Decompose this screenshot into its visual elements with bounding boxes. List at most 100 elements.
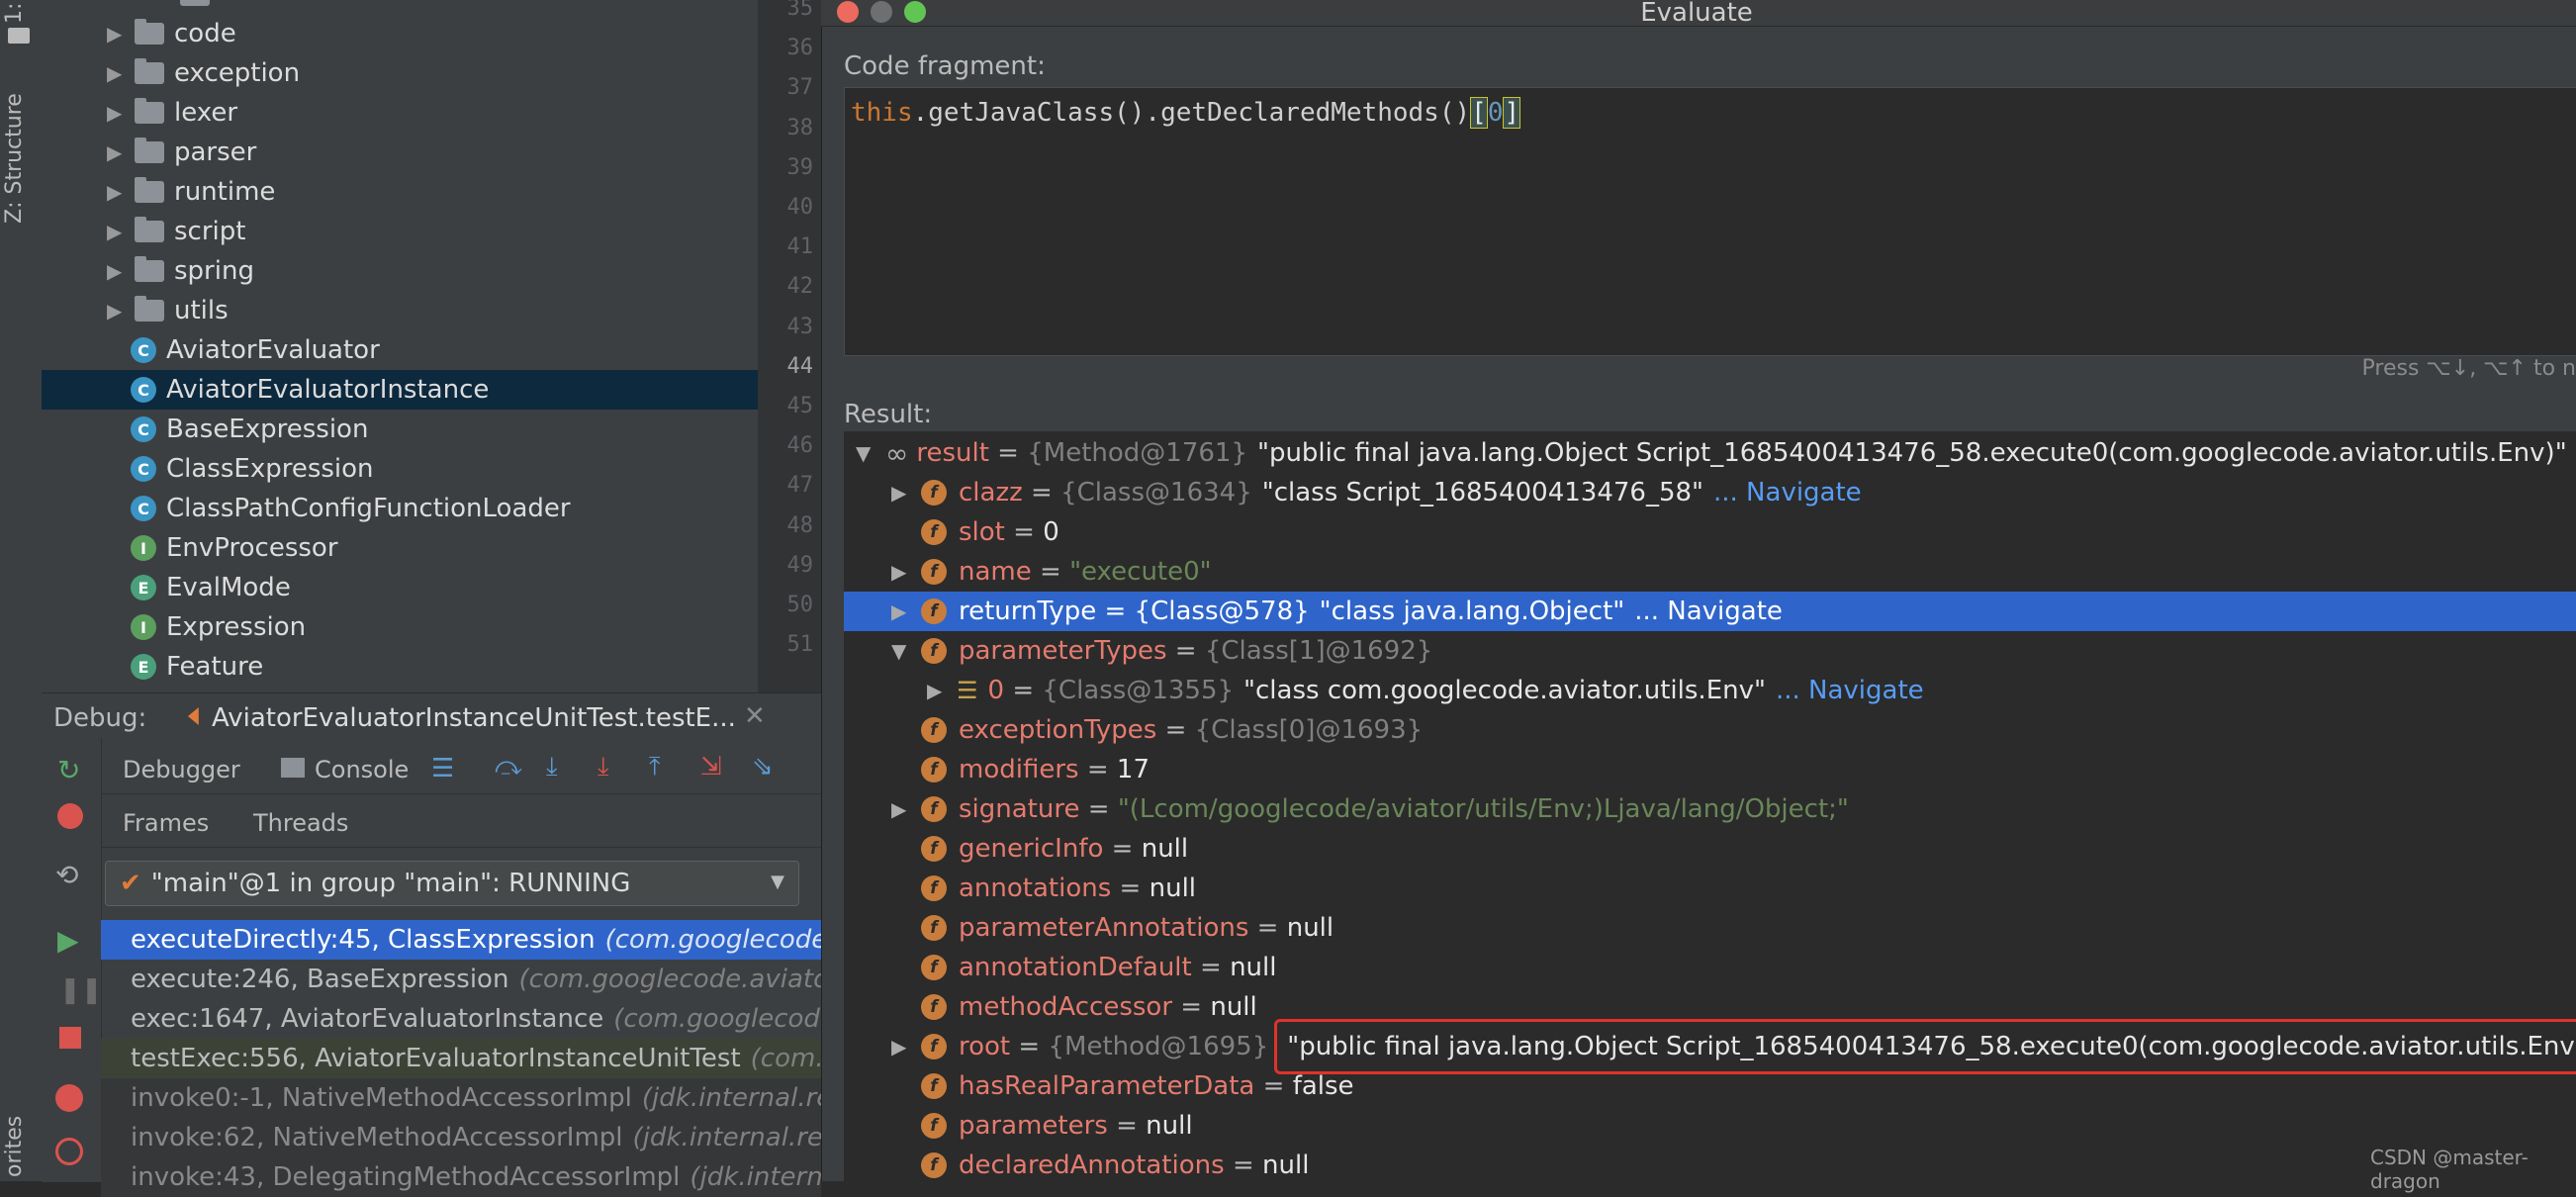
debug-session-tab[interactable]: AviatorEvaluatorInstanceUnitTest.testE..…: [212, 703, 736, 733]
result-row[interactable]: f parameters = null: [844, 1106, 1193, 1146]
result-row[interactable]: f hasRealParameterData = false: [844, 1066, 1354, 1106]
rerun-icon[interactable]: ↻: [57, 754, 80, 786]
close-icon[interactable]: ✕: [744, 701, 766, 731]
tree-class-item[interactable]: I EnvProcessor: [42, 528, 758, 568]
step-over-icon[interactable]: ⤼: [495, 752, 522, 783]
result-row[interactable]: f annotations = null: [844, 869, 1196, 908]
tree-class-item[interactable]: E EvalMode: [42, 568, 758, 607]
field-value: "execute0": [1069, 557, 1212, 587]
tree-folder-item[interactable]: ▶ code: [42, 14, 758, 53]
chevron-right-icon[interactable]: ▶: [107, 103, 122, 123]
chevron-right-icon[interactable]: ▶: [107, 301, 122, 321]
debug-icon[interactable]: [57, 803, 83, 829]
project-tool-tab[interactable]: 1: P: [2, 0, 27, 24]
stack-frame-row[interactable]: exec:1647, AviatorEvaluatorInstance (com.…: [101, 999, 821, 1039]
object-reference: {Method@1761}: [1027, 438, 1247, 468]
chevron-right-icon[interactable]: ▶: [107, 261, 122, 281]
result-row[interactable]: f exceptionTypes = {Class[0]@1693}: [844, 710, 1432, 750]
result-row[interactable]: ▼ f parameterTypes = {Class[1]@1692}: [844, 631, 1442, 671]
threads-tab[interactable]: Threads: [253, 809, 348, 837]
line-number: 45: [786, 394, 814, 418]
result-row[interactable]: ▶ ☰ 0 = {Class@1355} "class com.googlecode.…: [844, 671, 1924, 710]
stop-icon[interactable]: [59, 1027, 81, 1049]
stack-frame-row[interactable]: testExec:556, AviatorEvaluatorInstanceUn…: [101, 1039, 821, 1078]
expand-down-icon[interactable]: ▼: [856, 441, 871, 465]
tree-item-label: EvalMode: [166, 573, 291, 602]
result-row[interactable]: f slot = 0: [844, 512, 1059, 552]
tree-folder-item[interactable]: ▶ lexer: [42, 93, 758, 133]
field-value: null: [1210, 992, 1257, 1022]
pause-icon[interactable]: ❚❚: [59, 975, 103, 1005]
mute-breakpoints-icon[interactable]: [55, 1138, 83, 1165]
code-fragment-editor[interactable]: this.getJavaClass().getDeclaredMethods()…: [844, 87, 2576, 356]
frames-tab[interactable]: Frames: [123, 809, 209, 837]
result-row[interactable]: f parameterAnnotations = null: [844, 908, 1334, 948]
drop-frame-icon[interactable]: ⇲: [700, 752, 722, 782]
result-row[interactable]: f declaredAnnotations = null: [844, 1146, 1309, 1185]
result-row[interactable]: ▶ f signature = "(Lcom/googlecode/aviator/…: [844, 789, 1849, 829]
expand-right-icon[interactable]: ▶: [891, 1035, 906, 1059]
step-into-icon[interactable]: ⤓: [546, 752, 558, 783]
chevron-right-icon[interactable]: ▶: [107, 63, 122, 83]
navigate-link[interactable]: ... Navigate: [1713, 478, 1862, 507]
restore-layout-icon[interactable]: ⟲: [55, 859, 78, 891]
structure-tool-tab[interactable]: Z: Structure: [2, 93, 27, 224]
chevron-right-icon[interactable]: ▶: [107, 142, 122, 162]
force-step-into-icon[interactable]: ⤓: [598, 752, 609, 783]
result-row[interactable]: ▶ f clazz = {Class@1634} "class Script_1685…: [844, 473, 1862, 512]
result-row[interactable]: ▶ f returnType = {Class@578} "class java.la…: [844, 592, 2576, 631]
result-row[interactable]: f methodAccessor = null: [844, 987, 1257, 1027]
chevron-right-icon[interactable]: ▶: [107, 24, 122, 44]
tree-folder-item[interactable]: ▶ script: [42, 212, 758, 251]
tree-class-item[interactable]: C AviatorEvaluator: [42, 330, 758, 370]
expand-right-icon[interactable]: ▶: [891, 599, 906, 623]
tree-folder-item[interactable]: ▶ runtime: [42, 172, 758, 212]
tree-folder-item[interactable]: ▶ utils: [42, 291, 758, 330]
folder-row-partial[interactable]: [180, 0, 239, 6]
debugger-tab[interactable]: Debugger: [123, 756, 240, 783]
tree-class-item[interactable]: C ClassExpression: [42, 449, 758, 489]
run-to-cursor-icon[interactable]: ⇘: [752, 752, 774, 782]
expand-right-icon[interactable]: ▶: [927, 679, 942, 702]
expand-right-icon[interactable]: ▶: [891, 797, 906, 821]
thread-selector[interactable]: ✔ "main"@1 in group "main": RUNNING ▼: [105, 861, 799, 906]
tree-class-item[interactable]: E Feature: [42, 647, 758, 687]
chevron-right-icon[interactable]: ▶: [107, 222, 122, 241]
tree-folder-item[interactable]: ▶ parser: [42, 133, 758, 172]
stack-frame-row[interactable]: invoke:43, DelegatingMethodAccessorImpl (…: [101, 1157, 821, 1197]
console-tab[interactable]: Console: [315, 756, 409, 783]
tree-item-label: exception: [174, 58, 301, 88]
folder-icon: [135, 296, 164, 322]
step-out-icon[interactable]: ⤒: [649, 752, 661, 783]
stack-frame-row[interactable]: invoke:62, NativeMethodAccessorImpl (jdk.…: [101, 1118, 821, 1157]
expand-right-icon[interactable]: ▶: [891, 481, 906, 505]
expand-down-icon[interactable]: ▼: [891, 639, 906, 663]
result-row[interactable]: ▼ ∞ result = {Method@1761} "public final ja…: [844, 433, 2567, 473]
resume-icon[interactable]: ▶: [57, 924, 79, 957]
result-row[interactable]: f modifiers = 17: [844, 750, 1150, 789]
result-row[interactable]: f genericInfo = null: [844, 829, 1188, 869]
navigate-link[interactable]: ... Navigate: [1634, 597, 1783, 626]
chevron-right-icon[interactable]: ▶: [107, 182, 122, 202]
result-row[interactable]: ▶ f name = "execute0": [844, 552, 1212, 592]
field-value: null: [1230, 953, 1277, 982]
stack-frame-row[interactable]: executeDirectly:45, ClassExpression (com.…: [101, 920, 821, 960]
tree-class-item[interactable]: C AviatorEvaluatorInstance: [42, 370, 758, 410]
field-name: parameterAnnotations: [959, 913, 1249, 943]
stack-frame-row[interactable]: invoke0:-1, NativeMethodAccessorImpl (jdk…: [101, 1078, 821, 1118]
tree-folder-item[interactable]: ▶ exception: [42, 53, 758, 93]
expand-right-icon[interactable]: ▶: [891, 560, 906, 584]
tree-class-item[interactable]: I Expression: [42, 607, 758, 647]
navigate-link[interactable]: ... Navigate: [1776, 676, 1924, 705]
tree-class-item[interactable]: C BaseExpression: [42, 410, 758, 449]
result-row[interactable]: ▶ f root = {Method@1695} "public final java…: [844, 1019, 2576, 1074]
highlighted-root-value: "public final java.lang.Object Script_16…: [1274, 1019, 2576, 1074]
show-execution-point-icon[interactable]: ☰: [431, 754, 454, 783]
equals-sign: =: [1103, 834, 1142, 864]
view-breakpoints-icon[interactable]: [55, 1084, 83, 1112]
stack-frame-row[interactable]: execute:246, BaseExpression (com.googleco…: [101, 960, 821, 999]
result-row[interactable]: f annotationDefault = null: [844, 948, 1276, 987]
tree-folder-item[interactable]: ▶ spring: [42, 251, 758, 291]
tree-class-item[interactable]: C ClassPathConfigFunctionLoader: [42, 489, 758, 528]
favorites-tool-tab[interactable]: orites: [2, 1116, 27, 1177]
